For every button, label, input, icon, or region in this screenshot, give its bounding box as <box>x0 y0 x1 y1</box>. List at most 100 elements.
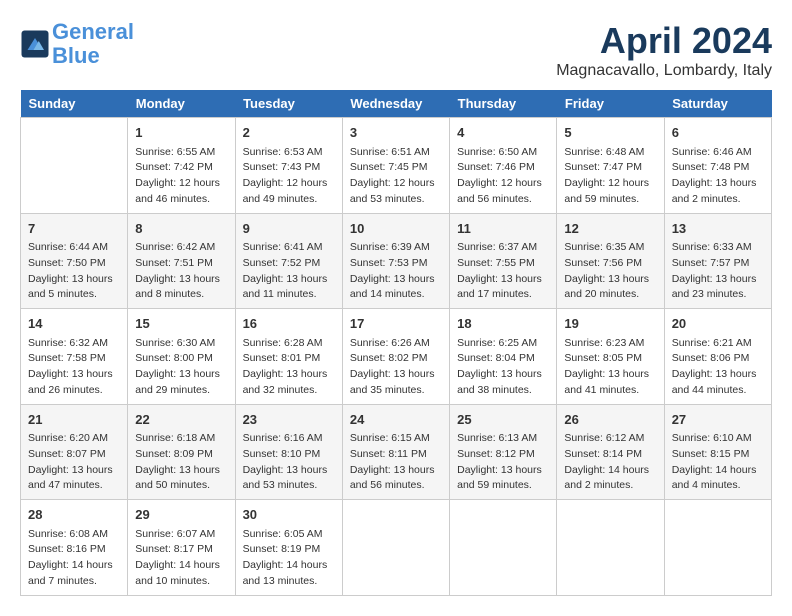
day-number: 16 <box>243 314 335 334</box>
calendar-cell: 27Sunrise: 6:10 AMSunset: 8:15 PMDayligh… <box>664 404 771 500</box>
day-number: 10 <box>350 219 442 239</box>
cell-info: Sunrise: 6:50 AMSunset: 7:46 PMDaylight:… <box>457 145 549 208</box>
calendar-week-row: 28Sunrise: 6:08 AMSunset: 8:16 PMDayligh… <box>21 500 772 596</box>
calendar-cell <box>450 500 557 596</box>
cell-info: Sunrise: 6:33 AMSunset: 7:57 PMDaylight:… <box>672 240 764 303</box>
calendar-cell: 10Sunrise: 6:39 AMSunset: 7:53 PMDayligh… <box>342 213 449 309</box>
calendar-cell: 26Sunrise: 6:12 AMSunset: 8:14 PMDayligh… <box>557 404 664 500</box>
calendar-table: SundayMondayTuesdayWednesdayThursdayFrid… <box>20 90 772 596</box>
month-title: April 2024 <box>556 20 772 62</box>
cell-info: Sunrise: 6:05 AMSunset: 8:19 PMDaylight:… <box>243 527 335 590</box>
calendar-week-row: 7Sunrise: 6:44 AMSunset: 7:50 PMDaylight… <box>21 213 772 309</box>
day-number: 13 <box>672 219 764 239</box>
day-number: 24 <box>350 410 442 430</box>
calendar-week-row: 21Sunrise: 6:20 AMSunset: 8:07 PMDayligh… <box>21 404 772 500</box>
calendar-cell: 15Sunrise: 6:30 AMSunset: 8:00 PMDayligh… <box>128 309 235 405</box>
calendar-cell: 18Sunrise: 6:25 AMSunset: 8:04 PMDayligh… <box>450 309 557 405</box>
day-header-friday: Friday <box>557 90 664 118</box>
calendar-cell: 20Sunrise: 6:21 AMSunset: 8:06 PMDayligh… <box>664 309 771 405</box>
day-number: 17 <box>350 314 442 334</box>
cell-info: Sunrise: 6:15 AMSunset: 8:11 PMDaylight:… <box>350 431 442 494</box>
day-number: 12 <box>564 219 656 239</box>
calendar-cell: 30Sunrise: 6:05 AMSunset: 8:19 PMDayligh… <box>235 500 342 596</box>
calendar-cell: 21Sunrise: 6:20 AMSunset: 8:07 PMDayligh… <box>21 404 128 500</box>
calendar-cell: 28Sunrise: 6:08 AMSunset: 8:16 PMDayligh… <box>21 500 128 596</box>
calendar-week-row: 1Sunrise: 6:55 AMSunset: 7:42 PMDaylight… <box>21 118 772 214</box>
calendar-cell <box>664 500 771 596</box>
cell-info: Sunrise: 6:12 AMSunset: 8:14 PMDaylight:… <box>564 431 656 494</box>
calendar-week-row: 14Sunrise: 6:32 AMSunset: 7:58 PMDayligh… <box>21 309 772 405</box>
cell-info: Sunrise: 6:23 AMSunset: 8:05 PMDaylight:… <box>564 336 656 399</box>
calendar-cell: 3Sunrise: 6:51 AMSunset: 7:45 PMDaylight… <box>342 118 449 214</box>
day-number: 7 <box>28 219 120 239</box>
cell-info: Sunrise: 6:39 AMSunset: 7:53 PMDaylight:… <box>350 240 442 303</box>
calendar-cell: 1Sunrise: 6:55 AMSunset: 7:42 PMDaylight… <box>128 118 235 214</box>
calendar-cell: 13Sunrise: 6:33 AMSunset: 7:57 PMDayligh… <box>664 213 771 309</box>
day-header-wednesday: Wednesday <box>342 90 449 118</box>
cell-info: Sunrise: 6:44 AMSunset: 7:50 PMDaylight:… <box>28 240 120 303</box>
day-number: 22 <box>135 410 227 430</box>
calendar-cell: 14Sunrise: 6:32 AMSunset: 7:58 PMDayligh… <box>21 309 128 405</box>
day-number: 20 <box>672 314 764 334</box>
cell-info: Sunrise: 6:53 AMSunset: 7:43 PMDaylight:… <box>243 145 335 208</box>
day-header-tuesday: Tuesday <box>235 90 342 118</box>
calendar-cell: 22Sunrise: 6:18 AMSunset: 8:09 PMDayligh… <box>128 404 235 500</box>
page-header: General Blue April 2024 Magnacavallo, Lo… <box>20 20 772 80</box>
cell-info: Sunrise: 6:16 AMSunset: 8:10 PMDaylight:… <box>243 431 335 494</box>
day-number: 15 <box>135 314 227 334</box>
day-number: 25 <box>457 410 549 430</box>
day-header-sunday: Sunday <box>21 90 128 118</box>
cell-info: Sunrise: 6:51 AMSunset: 7:45 PMDaylight:… <box>350 145 442 208</box>
calendar-cell: 9Sunrise: 6:41 AMSunset: 7:52 PMDaylight… <box>235 213 342 309</box>
calendar-cell <box>342 500 449 596</box>
cell-info: Sunrise: 6:28 AMSunset: 8:01 PMDaylight:… <box>243 336 335 399</box>
calendar-cell: 12Sunrise: 6:35 AMSunset: 7:56 PMDayligh… <box>557 213 664 309</box>
calendar-cell: 2Sunrise: 6:53 AMSunset: 7:43 PMDaylight… <box>235 118 342 214</box>
day-number: 9 <box>243 219 335 239</box>
calendar-cell: 11Sunrise: 6:37 AMSunset: 7:55 PMDayligh… <box>450 213 557 309</box>
calendar-cell: 29Sunrise: 6:07 AMSunset: 8:17 PMDayligh… <box>128 500 235 596</box>
calendar-cell: 24Sunrise: 6:15 AMSunset: 8:11 PMDayligh… <box>342 404 449 500</box>
day-number: 18 <box>457 314 549 334</box>
logo: General Blue <box>20 20 134 68</box>
cell-info: Sunrise: 6:25 AMSunset: 8:04 PMDaylight:… <box>457 336 549 399</box>
day-number: 29 <box>135 505 227 525</box>
cell-info: Sunrise: 6:42 AMSunset: 7:51 PMDaylight:… <box>135 240 227 303</box>
day-number: 14 <box>28 314 120 334</box>
day-number: 6 <box>672 123 764 143</box>
calendar-cell <box>557 500 664 596</box>
calendar-header-row: SundayMondayTuesdayWednesdayThursdayFrid… <box>21 90 772 118</box>
location: Magnacavallo, Lombardy, Italy <box>556 62 772 80</box>
day-header-thursday: Thursday <box>450 90 557 118</box>
title-block: April 2024 Magnacavallo, Lombardy, Italy <box>556 20 772 80</box>
calendar-body: 1Sunrise: 6:55 AMSunset: 7:42 PMDaylight… <box>21 118 772 596</box>
day-header-monday: Monday <box>128 90 235 118</box>
calendar-cell: 7Sunrise: 6:44 AMSunset: 7:50 PMDaylight… <box>21 213 128 309</box>
cell-info: Sunrise: 6:35 AMSunset: 7:56 PMDaylight:… <box>564 240 656 303</box>
day-number: 2 <box>243 123 335 143</box>
day-number: 19 <box>564 314 656 334</box>
day-number: 4 <box>457 123 549 143</box>
day-number: 1 <box>135 123 227 143</box>
cell-info: Sunrise: 6:32 AMSunset: 7:58 PMDaylight:… <box>28 336 120 399</box>
day-number: 23 <box>243 410 335 430</box>
cell-info: Sunrise: 6:13 AMSunset: 8:12 PMDaylight:… <box>457 431 549 494</box>
calendar-cell: 5Sunrise: 6:48 AMSunset: 7:47 PMDaylight… <box>557 118 664 214</box>
cell-info: Sunrise: 6:07 AMSunset: 8:17 PMDaylight:… <box>135 527 227 590</box>
cell-info: Sunrise: 6:20 AMSunset: 8:07 PMDaylight:… <box>28 431 120 494</box>
logo-text: General Blue <box>52 20 134 68</box>
calendar-cell: 4Sunrise: 6:50 AMSunset: 7:46 PMDaylight… <box>450 118 557 214</box>
day-number: 30 <box>243 505 335 525</box>
cell-info: Sunrise: 6:55 AMSunset: 7:42 PMDaylight:… <box>135 145 227 208</box>
cell-info: Sunrise: 6:26 AMSunset: 8:02 PMDaylight:… <box>350 336 442 399</box>
cell-info: Sunrise: 6:10 AMSunset: 8:15 PMDaylight:… <box>672 431 764 494</box>
cell-info: Sunrise: 6:37 AMSunset: 7:55 PMDaylight:… <box>457 240 549 303</box>
cell-info: Sunrise: 6:30 AMSunset: 8:00 PMDaylight:… <box>135 336 227 399</box>
logo-icon <box>20 29 50 59</box>
calendar-cell: 19Sunrise: 6:23 AMSunset: 8:05 PMDayligh… <box>557 309 664 405</box>
calendar-cell: 25Sunrise: 6:13 AMSunset: 8:12 PMDayligh… <box>450 404 557 500</box>
day-number: 21 <box>28 410 120 430</box>
day-number: 26 <box>564 410 656 430</box>
cell-info: Sunrise: 6:21 AMSunset: 8:06 PMDaylight:… <box>672 336 764 399</box>
day-number: 5 <box>564 123 656 143</box>
